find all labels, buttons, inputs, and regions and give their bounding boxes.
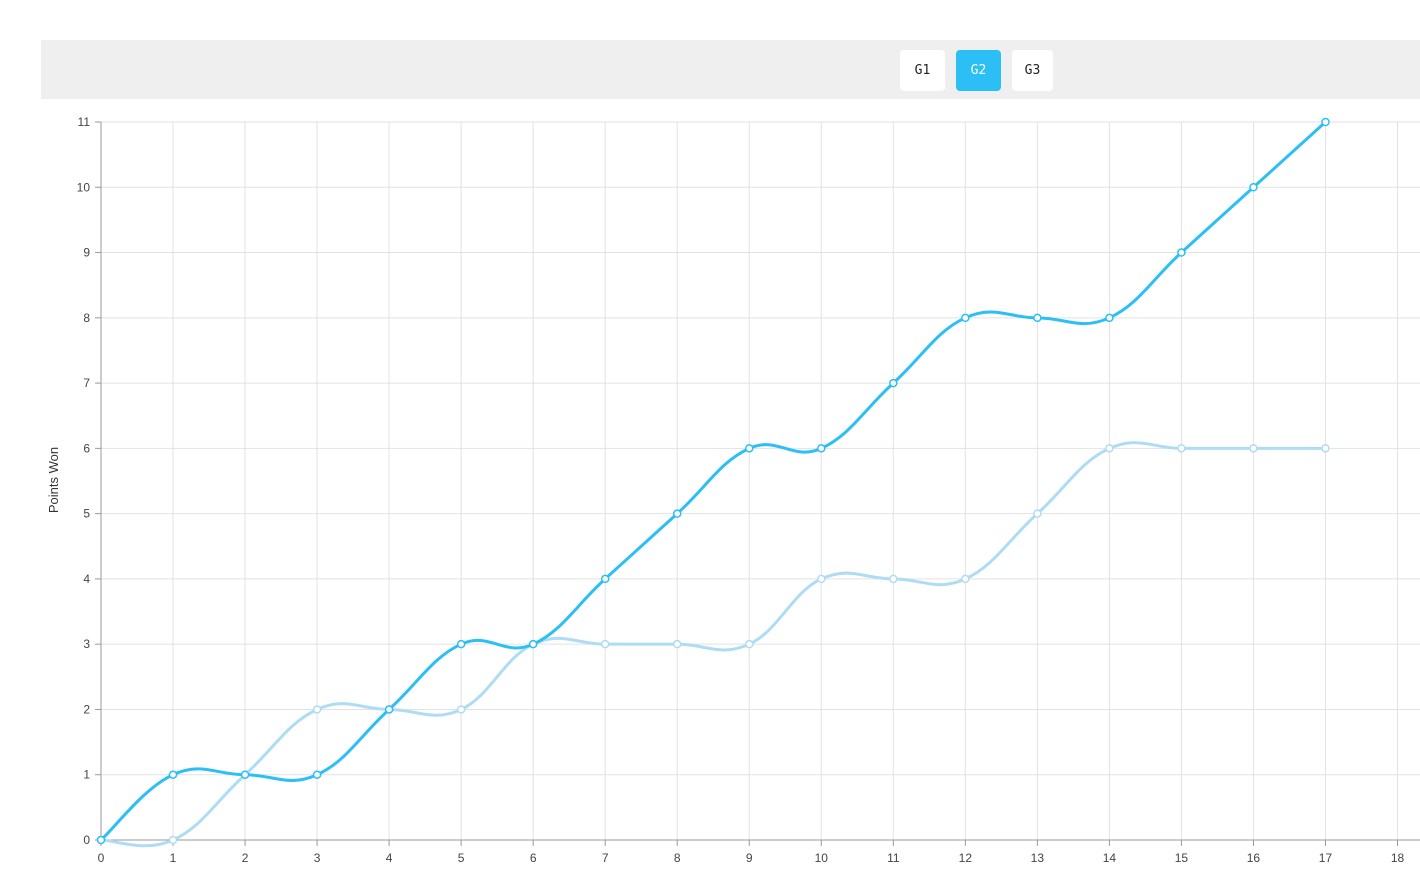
x-tick-label: 9 <box>746 851 753 865</box>
y-tick-label: 9 <box>83 246 90 260</box>
x-tick-label: 16 <box>1247 851 1261 865</box>
x-tick-label: 11 <box>887 851 900 865</box>
points-line-chart: 0 1 2 3 4 5 6 7 8 9 10 11 12 13 14 15 16 17 18012345678910… <box>46 115 1420 865</box>
data-point <box>168 835 178 845</box>
data-point <box>889 574 898 584</box>
data-point <box>1177 248 1186 257</box>
data-point <box>817 444 826 453</box>
data-point <box>1105 444 1114 453</box>
y-tick-label: 10 <box>77 180 91 194</box>
y-tick-label: 4 <box>83 572 90 586</box>
y-axis-label: Points Won <box>46 447 61 513</box>
chart-axes <box>100 122 1420 841</box>
data-point <box>96 835 106 845</box>
data-point <box>672 639 682 649</box>
data-point <box>1033 313 1042 323</box>
x-tick-label: 4 <box>386 851 393 865</box>
data-point <box>528 639 538 649</box>
y-tick-label: 1 <box>83 768 90 782</box>
data-point <box>384 705 394 714</box>
x-tick-label: 7 <box>602 851 609 865</box>
data-point <box>168 770 178 779</box>
data-point <box>1249 183 1258 192</box>
data-point <box>456 705 466 714</box>
y-tick-label: 5 <box>83 507 90 521</box>
x-tick-label: 13 <box>1031 851 1045 865</box>
data-point <box>1321 444 1330 453</box>
chart-ticks: 0 1 2 3 4 5 6 7 8 9 10 11 12 13 14 15 16 17 18012345678910… <box>77 115 1405 865</box>
data-point <box>456 639 466 649</box>
x-tick-label: 3 <box>314 851 321 865</box>
x-tick-label: 5 <box>458 851 465 865</box>
data-point <box>745 444 754 453</box>
data-point <box>312 705 322 714</box>
x-tick-label: 0 <box>98 851 105 865</box>
x-tick-label: 14 <box>1103 851 1117 865</box>
data-point <box>600 574 610 584</box>
data-point <box>1177 444 1186 453</box>
x-tick-label: 8 <box>674 851 681 865</box>
data-point <box>312 770 322 779</box>
data-point <box>961 574 970 584</box>
x-tick-label: 17 <box>1319 851 1333 865</box>
y-tick-label: 3 <box>83 637 90 651</box>
x-tick-label: 12 <box>959 851 973 865</box>
data-point <box>1105 313 1114 323</box>
y-tick-label: 11 <box>78 115 91 129</box>
y-tick-label: 6 <box>83 441 90 455</box>
x-tick-label: 10 <box>815 851 829 865</box>
data-point <box>889 378 898 388</box>
y-tick-label: 7 <box>83 376 90 390</box>
x-tick-label: 2 <box>242 851 249 865</box>
data-point <box>817 574 826 584</box>
y-tick-label: 0 <box>83 833 90 847</box>
data-point <box>961 313 970 323</box>
x-tick-label: 6 <box>530 851 537 865</box>
x-tick-label: 18 <box>1391 851 1405 865</box>
chart-series <box>96 117 1330 848</box>
y-tick-label: 8 <box>83 311 90 325</box>
data-point <box>1321 117 1330 127</box>
data-point <box>745 639 754 649</box>
data-point <box>600 639 610 649</box>
x-tick-label: 1 <box>170 851 177 865</box>
data-point <box>672 509 682 518</box>
x-tick-label: 15 <box>1175 851 1189 865</box>
data-point <box>1033 509 1042 518</box>
y-tick-label: 2 <box>83 702 90 716</box>
data-point <box>1249 444 1258 453</box>
data-point <box>240 770 250 779</box>
chart-grid <box>100 121 1420 841</box>
